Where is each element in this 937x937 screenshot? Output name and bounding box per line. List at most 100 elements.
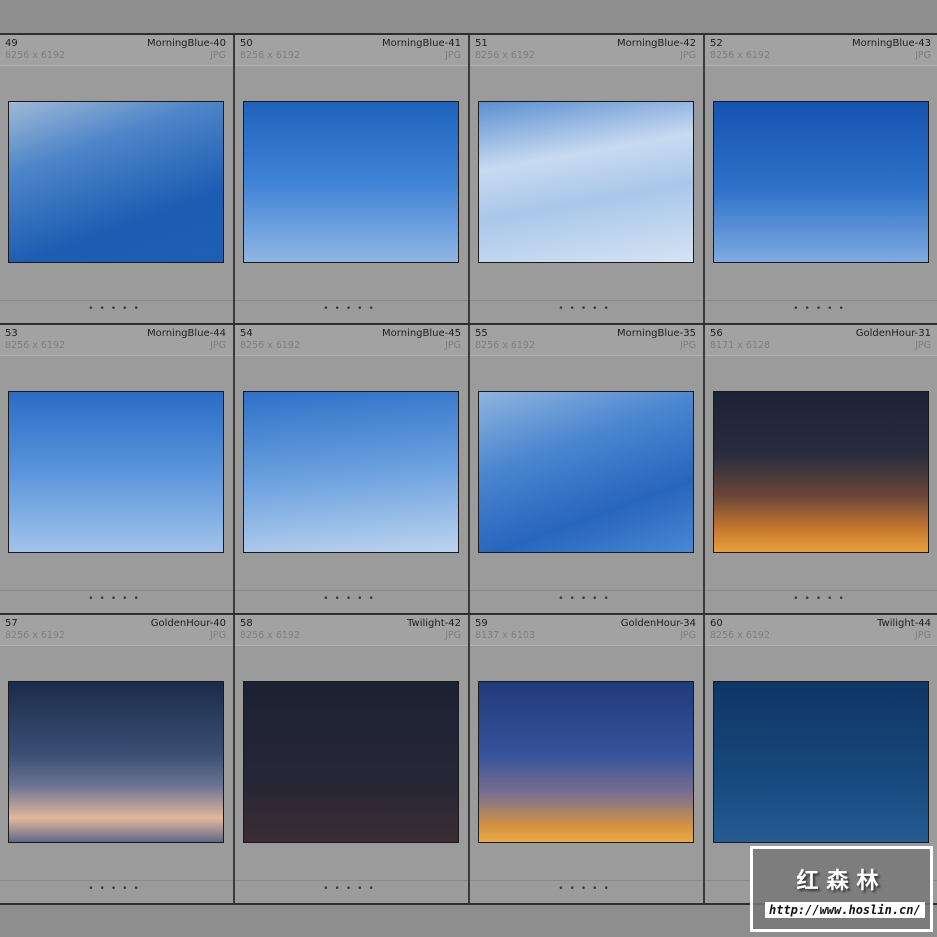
file-format: JPG [445,340,461,351]
rating-dots[interactable]: ••••• [705,594,937,604]
rating-dots[interactable]: ••••• [470,884,703,894]
cell-index: 54 [240,328,253,339]
grid-row: 53 MorningBlue-44 8256 x 6192 JPG ••••• 54 Mor… [0,325,937,615]
cell-index: 53 [5,328,18,339]
file-format: JPG [915,340,931,351]
grid-cell[interactable]: 49 MorningBlue-40 8256 x 6192 JPG ••••• [0,35,235,323]
photo-thumbnail[interactable] [478,391,694,553]
photo-thumbnail[interactable] [243,391,459,553]
image-dimensions: 8171 x 6128 [710,340,771,351]
file-format: JPG [915,630,931,641]
rating-dots[interactable]: ••••• [235,884,468,894]
cell-index: 49 [5,38,18,49]
rating-dots[interactable]: ••••• [0,594,233,604]
file-name: GoldenHour-40 [150,618,226,629]
watermark-url: http://www.hoslin.cn/ [765,902,925,918]
cell-index: 52 [710,38,723,49]
file-name: MorningBlue-45 [382,328,461,339]
cell-index: 59 [475,618,488,629]
cell-header: 56 GoldenHour-31 8171 x 6128 JPG [705,325,937,356]
cell-index: 56 [710,328,723,339]
photo-thumbnail[interactable] [478,101,694,263]
grid-row: 49 MorningBlue-40 8256 x 6192 JPG ••••• 50 Mor… [0,35,937,325]
image-dimensions: 8256 x 6192 [240,630,301,641]
cell-index: 51 [475,38,488,49]
file-format: JPG [680,50,696,61]
photo-grid: 49 MorningBlue-40 8256 x 6192 JPG ••••• 50 Mor… [0,33,937,905]
rating-dots[interactable]: ••••• [235,594,468,604]
file-name: MorningBlue-42 [617,38,696,49]
file-name: Twilight-44 [877,618,931,629]
grid-cell[interactable]: 57 GoldenHour-40 8256 x 6192 JPG ••••• [0,615,235,903]
cell-header: 58 Twilight-42 8256 x 6192 JPG [235,615,468,646]
photo-thumbnail[interactable] [8,101,224,263]
cell-header: 54 MorningBlue-45 8256 x 6192 JPG [235,325,468,356]
cell-header: 50 MorningBlue-41 8256 x 6192 JPG [235,35,468,66]
cell-index: 57 [5,618,18,629]
file-format: JPG [915,50,931,61]
cell-header: 55 MorningBlue-35 8256 x 6192 JPG [470,325,703,356]
photo-thumbnail[interactable] [478,681,694,843]
file-name: Twilight-42 [407,618,461,629]
photo-thumbnail[interactable] [713,681,929,843]
file-name: GoldenHour-31 [855,328,931,339]
grid-cell[interactable]: 52 MorningBlue-43 8256 x 6192 JPG ••••• [705,35,937,323]
image-dimensions: 8256 x 6192 [5,50,66,61]
file-name: MorningBlue-35 [617,328,696,339]
file-format: JPG [445,50,461,61]
image-dimensions: 8256 x 6192 [240,50,301,61]
file-format: JPG [445,630,461,641]
file-name: MorningBlue-41 [382,38,461,49]
cell-header: 57 GoldenHour-40 8256 x 6192 JPG [0,615,233,646]
file-format: JPG [210,630,226,641]
cell-index: 50 [240,38,253,49]
photo-thumbnail[interactable] [243,681,459,843]
cell-index: 60 [710,618,723,629]
file-name: MorningBlue-44 [147,328,226,339]
cell-header: 60 Twilight-44 8256 x 6192 JPG [705,615,937,646]
grid-cell[interactable]: 50 MorningBlue-41 8256 x 6192 JPG ••••• [235,35,470,323]
file-format: JPG [680,630,696,641]
grid-cell[interactable]: 58 Twilight-42 8256 x 6192 JPG ••••• [235,615,470,903]
file-format: JPG [210,50,226,61]
file-format: JPG [210,340,226,351]
image-dimensions: 8256 x 6192 [5,340,66,351]
photo-thumbnail[interactable] [243,101,459,263]
image-dimensions: 8256 x 6192 [710,50,771,61]
rating-dots[interactable]: ••••• [0,884,233,894]
rating-dots[interactable]: ••••• [470,304,703,314]
image-dimensions: 8256 x 6192 [475,50,536,61]
cell-index: 55 [475,328,488,339]
grid-cell[interactable]: 55 MorningBlue-35 8256 x 6192 JPG ••••• [470,325,705,613]
rating-dots[interactable]: ••••• [0,304,233,314]
file-name: MorningBlue-40 [147,38,226,49]
cell-index: 58 [240,618,253,629]
grid-cell[interactable]: 59 GoldenHour-34 8137 x 6103 JPG ••••• [470,615,705,903]
photo-thumbnail[interactable] [8,391,224,553]
cell-header: 51 MorningBlue-42 8256 x 6192 JPG [470,35,703,66]
grid-cell[interactable]: 51 MorningBlue-42 8256 x 6192 JPG ••••• [470,35,705,323]
image-dimensions: 8256 x 6192 [710,630,771,641]
grid-cell[interactable]: 54 MorningBlue-45 8256 x 6192 JPG ••••• [235,325,470,613]
watermark: 红森林 http://www.hoslin.cn/ [750,846,933,932]
image-dimensions: 8256 x 6192 [475,340,536,351]
cell-header: 53 MorningBlue-44 8256 x 6192 JPG [0,325,233,356]
photo-thumbnail[interactable] [713,391,929,553]
rating-dots[interactable]: ••••• [470,594,703,604]
cell-header: 49 MorningBlue-40 8256 x 6192 JPG [0,35,233,66]
grid-cell[interactable]: 53 MorningBlue-44 8256 x 6192 JPG ••••• [0,325,235,613]
image-dimensions: 8256 x 6192 [240,340,301,351]
file-format: JPG [680,340,696,351]
rating-dots[interactable]: ••••• [705,304,937,314]
file-name: MorningBlue-43 [852,38,931,49]
image-dimensions: 8256 x 6192 [5,630,66,641]
file-name: GoldenHour-34 [620,618,696,629]
image-dimensions: 8137 x 6103 [475,630,536,641]
cell-header: 52 MorningBlue-43 8256 x 6192 JPG [705,35,937,66]
rating-dots[interactable]: ••••• [235,304,468,314]
cell-header: 59 GoldenHour-34 8137 x 6103 JPG [470,615,703,646]
photo-thumbnail[interactable] [713,101,929,263]
grid-cell[interactable]: 56 GoldenHour-31 8171 x 6128 JPG ••••• [705,325,937,613]
watermark-title: 红森林 [796,869,887,894]
photo-thumbnail[interactable] [8,681,224,843]
